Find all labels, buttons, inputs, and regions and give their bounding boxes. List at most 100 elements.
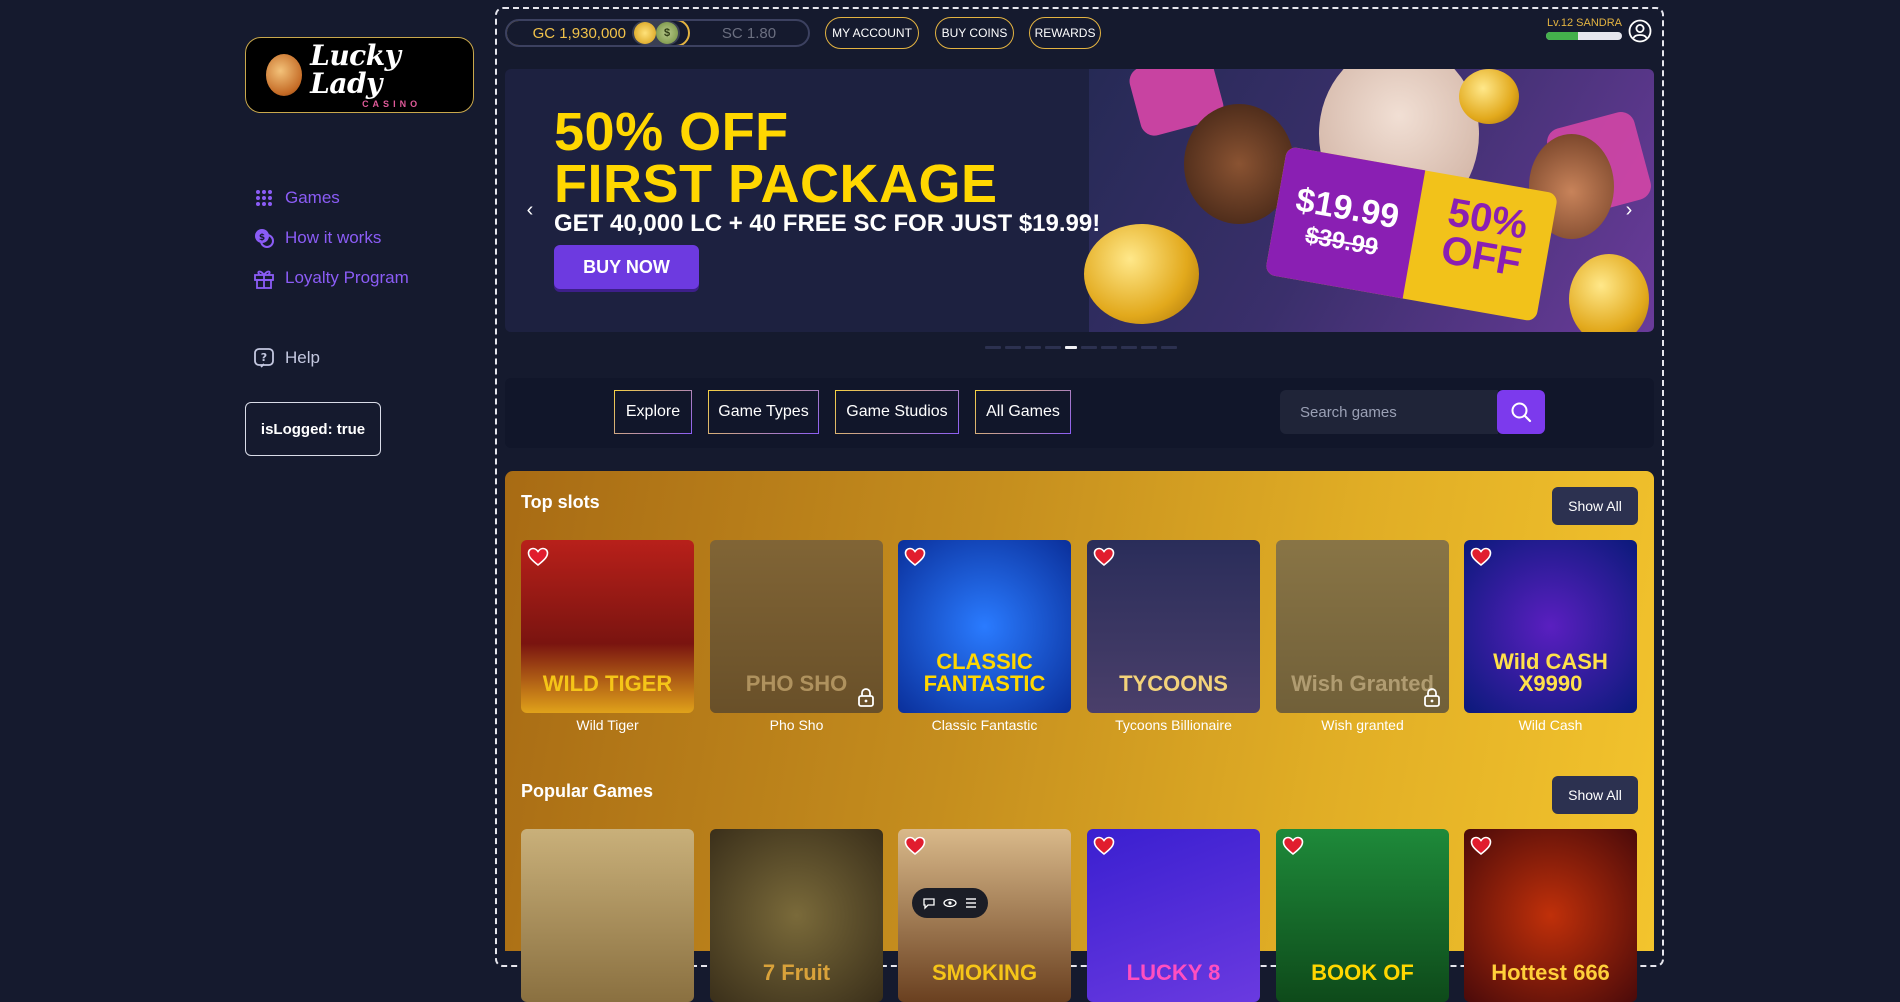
svg-text:?: ?: [261, 351, 267, 364]
sidebar-item-loyalty-program[interactable]: Loyalty Program: [253, 267, 409, 289]
currency-switch[interactable]: $: [632, 21, 680, 45]
logo-title: Lucky Lady: [310, 38, 401, 100]
level-progress-fill: [1546, 32, 1578, 40]
user-profile-icon[interactable]: [1628, 19, 1652, 43]
carousel-dot[interactable]: [1101, 346, 1117, 349]
favorite-heart-icon[interactable]: [1470, 835, 1492, 857]
game-card[interactable]: Hottest 666: [1464, 829, 1637, 1002]
show-all-popular-games-button[interactable]: Show All: [1552, 776, 1638, 814]
search-input[interactable]: [1280, 390, 1498, 434]
game-title[interactable]: Wild Tiger: [521, 717, 694, 733]
carousel-dots: [985, 346, 1177, 349]
site-logo[interactable]: Lucky Lady CASINO: [245, 37, 474, 113]
game-logo-art: 7 Fruit: [762, 960, 831, 985]
carousel-dot[interactable]: [1005, 346, 1021, 349]
promo-banner-art: $19.99 $39.99 50% OFF: [1084, 69, 1654, 332]
game-logo-art: TYCOONS: [1119, 671, 1228, 696]
sidebar-item-label: How it works: [285, 228, 382, 247]
game-card[interactable]: LUCKY 8: [1087, 829, 1260, 1002]
wallet-balance-toggle[interactable]: GC 1,930,000 $ SC 1.80: [505, 19, 810, 47]
favorite-heart-icon[interactable]: [1282, 835, 1304, 857]
gift-icon: [253, 267, 275, 289]
carousel-dot[interactable]: [1065, 346, 1077, 349]
grid-icon: [253, 187, 275, 209]
favorite-heart-icon[interactable]: [1093, 546, 1115, 568]
comment-icon[interactable]: [922, 896, 936, 910]
game-logo-art: BOOK OF: [1311, 960, 1414, 985]
carousel-dot[interactable]: [1081, 346, 1097, 349]
carousel-dot[interactable]: [1121, 346, 1137, 349]
question-icon: ?: [253, 347, 275, 369]
tab-game-studios[interactable]: Game Studios: [835, 390, 959, 434]
favorite-heart-icon[interactable]: [1470, 546, 1492, 568]
svg-text:$: $: [259, 233, 265, 243]
section-title-popular-games: Popular Games: [521, 781, 654, 801]
carousel-dot[interactable]: [985, 346, 1001, 349]
game-card[interactable]: WILD TIGER: [521, 540, 694, 713]
favorite-heart-icon[interactable]: [527, 546, 549, 568]
gc-balance-text: GC 1,930,000: [532, 24, 626, 42]
game-card[interactable]: PHO SHO: [710, 540, 883, 713]
eye-icon[interactable]: [943, 896, 957, 910]
buy-now-button[interactable]: BUY NOW: [554, 245, 699, 289]
price-ticket: $19.99 $39.99 50% OFF: [1264, 146, 1559, 322]
game-title[interactable]: Classic Fantastic: [898, 717, 1071, 733]
user-level-label: Lv.12 SANDRA: [1547, 17, 1622, 29]
gc-balance[interactable]: GC 1,930,000 $: [507, 21, 690, 45]
game-title[interactable]: Wish granted: [1276, 717, 1449, 733]
lucky-lady-mascot-icon: [266, 54, 303, 96]
banner-subline: GET 40,000 LC + 40 FREE SC FOR JUST $19.…: [554, 210, 1101, 237]
carousel-dot[interactable]: [1141, 346, 1157, 349]
game-logo-art: Wild CASH X9990: [1493, 649, 1608, 696]
banner-headline-line1: 50% OFF: [554, 102, 789, 162]
game-title[interactable]: Pho Sho: [710, 717, 883, 733]
tab-all-games[interactable]: All Games: [975, 390, 1071, 434]
rewards-button[interactable]: REWARDS: [1029, 17, 1101, 49]
game-card[interactable]: CLASSIC FANTASTIC: [898, 540, 1071, 713]
favorite-heart-icon[interactable]: [904, 546, 926, 568]
game-card[interactable]: Wish Granted: [1276, 540, 1449, 713]
sidebar-item-help[interactable]: ? Help: [253, 347, 320, 369]
game-logo-art: CLASSIC FANTASTIC: [923, 649, 1046, 696]
game-card[interactable]: BOOK OF: [1276, 829, 1449, 1002]
favorite-heart-icon[interactable]: [904, 835, 926, 857]
tab-explore[interactable]: Explore: [614, 390, 692, 434]
gold-coin-decoration: [1084, 224, 1199, 324]
sidebar-item-label: Help: [285, 348, 320, 367]
logo-subtitle: CASINO: [362, 98, 422, 109]
sc-balance[interactable]: SC 1.80: [690, 21, 808, 45]
search-icon: [1511, 402, 1532, 423]
banner-headline: 50% OFF FIRST PACKAGE: [554, 105, 998, 211]
user-level[interactable]: Lv.12 SANDRA: [1542, 17, 1622, 40]
search-button[interactable]: [1497, 390, 1545, 434]
sidebar-item-games[interactable]: Games: [253, 187, 340, 209]
lock-icon: [1423, 687, 1441, 707]
banner-headline-line2: FIRST PACKAGE: [554, 154, 998, 214]
game-title[interactable]: Wild Cash: [1464, 717, 1637, 733]
carousel-dot[interactable]: [1025, 346, 1041, 349]
game-card[interactable]: [521, 829, 694, 1002]
favorite-heart-icon[interactable]: [1093, 835, 1115, 857]
carousel-dot[interactable]: [1045, 346, 1061, 349]
game-logo-art: SMOKING: [931, 960, 1038, 985]
coin-icon: $: [253, 227, 275, 249]
lock-icon: [857, 687, 875, 707]
carousel-dot[interactable]: [1161, 346, 1177, 349]
sidebar-item-label: Loyalty Program: [285, 268, 409, 287]
game-card[interactable]: TYCOONS: [1087, 540, 1260, 713]
my-account-button[interactable]: MY ACCOUNT: [825, 17, 919, 49]
menu-icon[interactable]: [964, 896, 978, 910]
gold-coin-decoration: [1569, 254, 1649, 332]
show-all-top-slots-button[interactable]: Show All: [1552, 487, 1638, 525]
buy-coins-button[interactable]: BUY COINS: [935, 17, 1014, 49]
game-title[interactable]: Tycoons Billionaire: [1087, 717, 1260, 733]
login-status-box: isLogged: true: [245, 402, 381, 456]
floating-mini-toolbar[interactable]: [912, 888, 988, 918]
gold-coin-icon: [634, 22, 656, 44]
sidebar-item-how-it-works[interactable]: $ How it works: [253, 227, 381, 249]
carousel-prev-arrow-icon[interactable]: ‹: [520, 196, 540, 224]
carousel-next-arrow-icon[interactable]: ›: [1619, 196, 1639, 224]
tab-game-types[interactable]: Game Types: [708, 390, 819, 434]
game-card[interactable]: Wild CASH X9990: [1464, 540, 1637, 713]
game-card[interactable]: 7 Fruit: [710, 829, 883, 1002]
